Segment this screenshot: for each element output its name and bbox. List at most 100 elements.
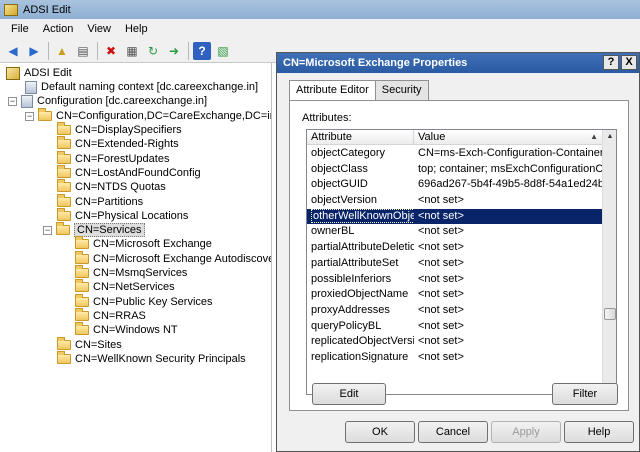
- sort-arrow-icon: ▲: [590, 132, 598, 141]
- attribute-name: objectCategory: [311, 147, 385, 159]
- up-folder-icon[interactable]: ▲: [53, 42, 71, 60]
- attributes-list[interactable]: Attribute Value ▲ objectCategory CN=ms-Ex…: [306, 129, 617, 395]
- table-row[interactable]: replicatedObjectVersion <not set>: [307, 334, 603, 350]
- menu-help[interactable]: Help: [118, 19, 155, 39]
- folder-icon: [57, 351, 71, 364]
- table-row[interactable]: queryPolicyBL <not set>: [307, 319, 603, 335]
- tree-node-netservices[interactable]: CN=NetServices: [75, 279, 175, 294]
- refresh-icon[interactable]: ↻: [144, 42, 162, 60]
- tree-node-partitions[interactable]: CN=Partitions: [57, 194, 143, 209]
- tree-node-exchange-autodiscover[interactable]: CN=Microsoft Exchange Autodiscover: [75, 251, 271, 266]
- menu-view[interactable]: View: [80, 19, 118, 39]
- attribute-rows: objectCategory CN=ms-Exch-Configuration-C…: [307, 146, 603, 366]
- tree-node-extended-rights[interactable]: CN=Extended-Rights: [57, 136, 179, 151]
- tree-node-root[interactable]: ADSI Edit: [6, 66, 72, 80]
- table-row[interactable]: proxyAddresses <not set>: [307, 303, 603, 319]
- ok-button[interactable]: OK: [345, 421, 415, 443]
- tree-node-ntds-quotas[interactable]: CN=NTDS Quotas: [57, 179, 166, 194]
- delete-icon[interactable]: ✖: [102, 42, 120, 60]
- folder-icon: [75, 265, 89, 278]
- export-icon[interactable]: ➜: [165, 42, 183, 60]
- attribute-name: proxyAddresses: [311, 303, 390, 316]
- window-title: ADSI Edit: [23, 3, 71, 16]
- table-row[interactable]: objectCategory CN=ms-Exch-Configuration-C…: [307, 146, 603, 162]
- edit-button[interactable]: Edit: [312, 383, 386, 405]
- close-button[interactable]: X: [621, 55, 637, 70]
- menu-file[interactable]: File: [4, 19, 36, 39]
- table-row[interactable]: objectClass top; container; msExchConfigu…: [307, 162, 603, 178]
- help-button[interactable]: Help: [564, 421, 634, 443]
- collapse-icon[interactable]: −: [43, 225, 52, 235]
- vertical-scrollbar[interactable]: ▲ ▼: [602, 130, 616, 394]
- cancel-button[interactable]: Cancel: [418, 421, 488, 443]
- attribute-name: ownerBL: [311, 225, 355, 238]
- folder-icon: [57, 194, 71, 207]
- tree-node-rras[interactable]: CN=RRAS: [75, 308, 146, 323]
- folder-icon: [57, 208, 71, 221]
- scroll-up-icon[interactable]: ▲: [603, 130, 616, 144]
- menu-action[interactable]: Action: [36, 19, 81, 39]
- back-icon[interactable]: ◀: [4, 42, 22, 60]
- dialog-title-bar: CN=Microsoft Exchange Properties ? X: [277, 53, 639, 73]
- tab-security[interactable]: Security: [374, 80, 429, 100]
- list-header: Attribute Value ▲: [307, 130, 603, 145]
- attribute-name: objectGUID: [311, 178, 368, 191]
- table-row[interactable]: ownerBL <not set>: [307, 224, 603, 240]
- tree-node-displayspecifiers[interactable]: CN=DisplaySpecifiers: [57, 122, 182, 137]
- table-row[interactable]: partialAttributeSet <not set>: [307, 256, 603, 272]
- adsi-edit-app-icon: [4, 3, 18, 16]
- apply-button[interactable]: Apply: [491, 421, 561, 443]
- collapse-icon[interactable]: −: [8, 96, 17, 106]
- attribute-name: possibleInferiors: [311, 272, 392, 285]
- table-row[interactable]: proxiedObjectName <not set>: [307, 287, 603, 303]
- attribute-value: <not set>: [418, 194, 464, 207]
- attribute-value: <not set>: [418, 256, 464, 269]
- table-row[interactable]: possibleInferiors <not set>: [307, 272, 603, 288]
- attribute-name: queryPolicyBL: [311, 319, 382, 332]
- tree-node-msmqservices[interactable]: CN=MsmqServices: [75, 265, 187, 280]
- attribute-value: <not set>: [418, 241, 464, 254]
- attribute-value: <not set>: [418, 209, 464, 222]
- table-row[interactable]: objectGUID 696ad267-5b4f-49b5-8d8f-54a1ed…: [307, 177, 603, 193]
- collapse-icon[interactable]: −: [25, 111, 34, 121]
- column-header-value[interactable]: Value ▲: [414, 130, 603, 145]
- scroll-thumb[interactable]: [604, 308, 616, 320]
- tab-strip: Attribute Editor Security: [289, 80, 429, 101]
- column-header-attribute[interactable]: Attribute: [307, 130, 414, 145]
- tree-node-sites[interactable]: CN=Sites: [57, 337, 122, 352]
- folder-icon: [75, 236, 89, 249]
- help-icon[interactable]: ?: [193, 41, 211, 60]
- naming-context-icon: [25, 80, 37, 94]
- tree-node-default-naming-context[interactable]: Default naming context [dc.careexchange.…: [25, 80, 258, 94]
- tab-attribute-editor[interactable]: Attribute Editor: [289, 80, 376, 101]
- tree-node-cn-configuration[interactable]: − CN=Configuration,DC=CareExchange,DC=in: [25, 108, 271, 123]
- forward-icon[interactable]: ▶: [25, 42, 43, 60]
- attribute-name: replicatedObjectVersion: [311, 335, 414, 348]
- tree-node-wellknown-security-principals[interactable]: CN=WellKnown Security Principals: [57, 351, 246, 366]
- table-row[interactable]: replicationSignature <not set>: [307, 350, 603, 366]
- column-header-value-label: Value: [418, 131, 446, 143]
- tree-node-microsoft-exchange[interactable]: CN=Microsoft Exchange: [75, 236, 212, 251]
- toolbar-separator: [48, 41, 49, 60]
- tree-node-forestupdates[interactable]: CN=ForestUpdates: [57, 151, 169, 166]
- attribute-name: objectClass: [311, 162, 368, 175]
- tree-node-lostandfoundconfig[interactable]: CN=LostAndFoundConfig: [57, 165, 201, 180]
- table-row[interactable]: objectVersion <not set>: [307, 193, 603, 209]
- show-action-pane-icon[interactable]: ▧: [214, 42, 232, 60]
- table-row[interactable]: partialAttributeDeletio... <not set>: [307, 240, 603, 256]
- attributes-label: Attributes:: [302, 112, 352, 124]
- filter-button[interactable]: Filter: [552, 383, 618, 405]
- tree-node-configuration[interactable]: − Configuration [dc.careexchange.in]: [8, 94, 207, 108]
- folder-open-icon: [56, 222, 70, 235]
- tree-node-services[interactable]: − CN=Services: [43, 222, 145, 237]
- tree-node-windows-nt[interactable]: CN=Windows NT: [75, 322, 178, 337]
- dialog-title: CN=Microsoft Exchange Properties: [283, 57, 468, 69]
- table-row-selected[interactable]: otherWellKnownObje... <not set>: [307, 208, 603, 225]
- attribute-value: <not set>: [418, 303, 464, 316]
- context-help-button[interactable]: ?: [603, 55, 619, 70]
- tree-node-public-key-services[interactable]: CN=Public Key Services: [75, 294, 213, 309]
- show-hide-tree-icon[interactable]: ▤: [74, 42, 92, 60]
- attribute-value: <not set>: [418, 319, 464, 332]
- properties-icon[interactable]: ▦: [123, 42, 141, 60]
- tree-node-physical-locations[interactable]: CN=Physical Locations: [57, 208, 188, 223]
